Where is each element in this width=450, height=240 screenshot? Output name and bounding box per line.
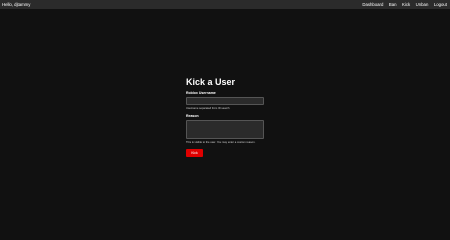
reason-help-text: This is visible to the user. You may ent… <box>186 141 256 144</box>
reason-textarea[interactable] <box>186 120 264 139</box>
username-label: Roblox Username <box>186 91 216 95</box>
nav-dashboard-link[interactable]: Dashboard <box>362 0 383 9</box>
top-bar: Hello, djtammy Dashboard Ban Kick Unban … <box>0 0 450 9</box>
top-nav: Dashboard Ban Kick Unban Logout <box>357 0 447 9</box>
reason-label: Reason <box>186 114 199 118</box>
nav-logout-link[interactable]: Logout <box>434 0 447 9</box>
username-help-text: Username separated from ID search <box>186 107 230 110</box>
kick-user-form: Kick a User Roblox Username Username sep… <box>186 77 266 157</box>
nav-ban-link[interactable]: Ban <box>389 0 397 9</box>
kick-button[interactable]: Kick <box>186 149 203 157</box>
username-input[interactable] <box>186 97 264 105</box>
greeting-text: Hello, djtammy <box>2 2 31 7</box>
nav-unban-link[interactable]: Unban <box>416 0 429 9</box>
nav-kick-link[interactable]: Kick <box>402 0 410 9</box>
page-title: Kick a User <box>186 77 236 87</box>
